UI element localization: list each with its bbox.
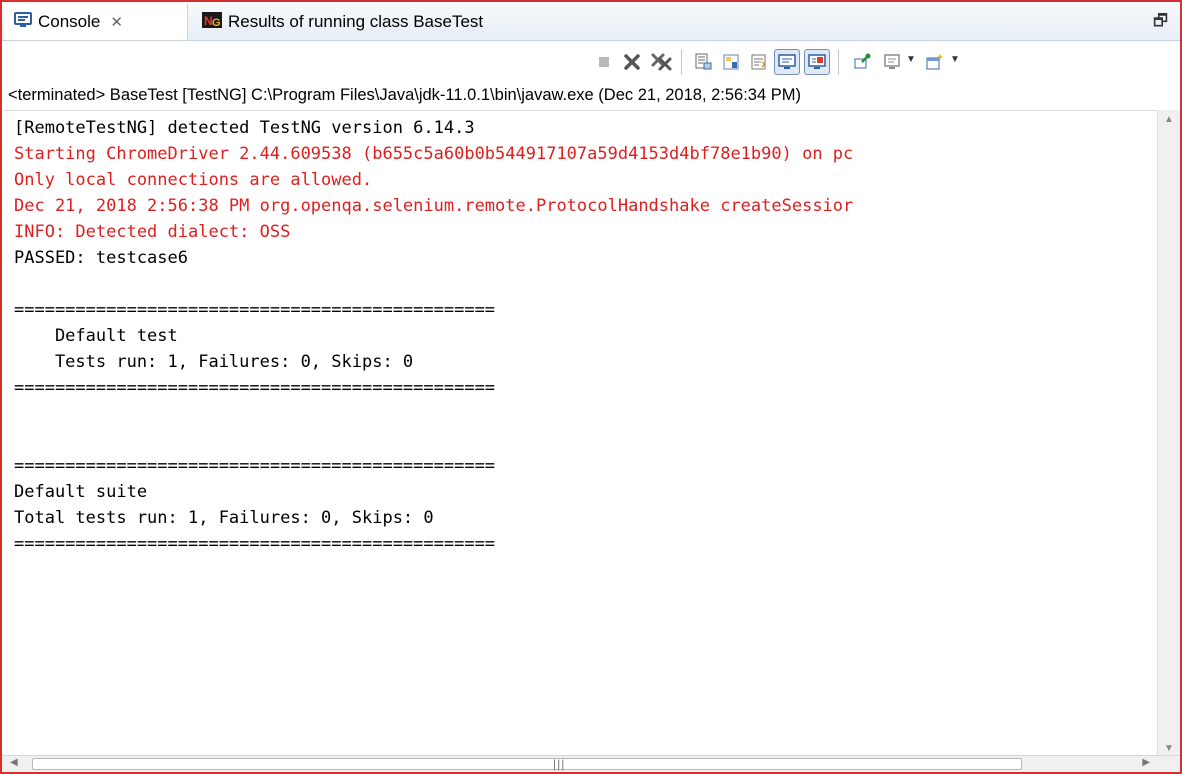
console-line: ========================================… [14,534,496,554]
console-line: Tests run: 1, Failures: 0, Skips: 0 [14,352,414,372]
terminate-icon[interactable] [591,49,617,75]
pin-console-icon[interactable] [849,49,875,75]
console-line: Dec 21, 2018 2:56:38 PM org.openqa.selen… [14,196,854,216]
console-line: PASSED: testcase6 [14,248,188,268]
svg-text:G: G [212,17,221,29]
chevron-down-icon[interactable]: ▼ [906,54,916,65]
console-line: Starting ChromeDriver 2.44.609538 (b655c… [14,144,854,164]
view-tab-bar: Console ✕ NG Results of running class Ba… [2,2,1180,41]
console-line: Only local connections are allowed. [14,170,373,190]
console-line: ========================================… [14,456,496,476]
tab-console-label: Console [38,12,101,31]
horizontal-scroll-thumb[interactable]: ||| [32,757,1022,771]
horizontal-scrollbar[interactable]: ◀ ||| ▶ [2,755,1180,772]
remove-all-terminated-icon[interactable] [649,49,675,75]
remove-launch-icon[interactable] [619,49,645,75]
vertical-scrollbar[interactable]: ▲ ▼ [1157,110,1180,758]
word-wrap-icon[interactable] [746,49,772,75]
scroll-lock-icon[interactable] [718,49,744,75]
testng-icon: NG [202,11,222,34]
scroll-down-icon[interactable]: ▼ [1164,743,1174,754]
tab-testng-results[interactable]: NG Results of running class BaseTest [192,4,493,40]
console-icon [14,11,32,33]
console-view: Console ✕ NG Results of running class Ba… [0,0,1182,774]
clear-console-icon[interactable] [690,49,716,75]
show-console-stderr-icon[interactable] [804,49,830,75]
scroll-left-icon[interactable]: ◀ [10,757,18,768]
chevron-down-icon[interactable]: ▼ [950,54,960,65]
console-line: [RemoteTestNG] detected TestNG version 6… [14,118,475,138]
show-console-stdout-icon[interactable] [774,49,800,75]
restore-icon[interactable]: 🗗 [1153,10,1168,37]
console-toolbar: ▼ ▼ [2,41,1180,83]
scroll-up-icon[interactable]: ▲ [1164,114,1174,125]
console-line: Default test [14,326,178,346]
console-line: INFO: Detected dialect: OSS [14,222,291,242]
console-line: ========================================… [14,300,496,320]
console-line: ========================================… [14,378,496,398]
console-text: [RemoteTestNG] detected TestNG version 6… [4,111,1160,557]
console-output[interactable]: [RemoteTestNG] detected TestNG version 6… [4,110,1160,759]
display-selected-console-icon[interactable] [879,49,905,75]
tab-console[interactable]: Console ✕ [4,4,188,40]
grip-icon: ||| [553,757,566,771]
tab-testng-label: Results of running class BaseTest [228,12,484,31]
launch-status-line: <terminated> BaseTest [TestNG] C:\Progra… [8,86,801,104]
scroll-right-icon[interactable]: ▶ [1142,757,1150,768]
console-line: Default suite [14,482,148,502]
console-line: Total tests run: 1, Failures: 0, Skips: … [14,508,434,528]
open-console-icon[interactable] [922,49,948,75]
close-icon[interactable]: ✕ [110,13,123,31]
